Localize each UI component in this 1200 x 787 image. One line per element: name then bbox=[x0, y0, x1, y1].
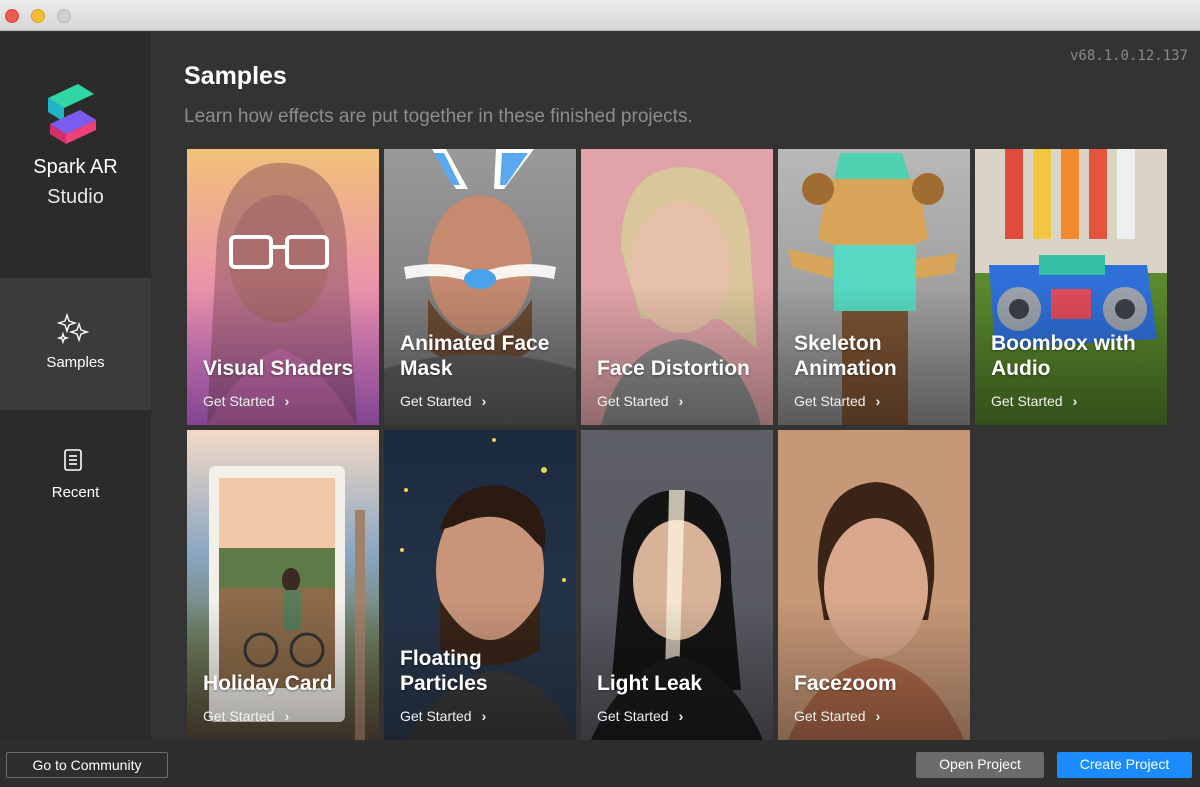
page-subtitle: Learn how effects are put together in th… bbox=[184, 106, 693, 127]
chevron-right-icon: › bbox=[875, 708, 881, 724]
card-title: Skeleton Animation bbox=[794, 332, 897, 380]
sample-card-face-distortion[interactable]: Face Distortion Get Started › bbox=[581, 149, 773, 425]
go-to-community-button[interactable]: Go to Community bbox=[6, 752, 168, 778]
get-started-link[interactable]: Get Started › bbox=[203, 393, 289, 409]
sample-card-facezoom[interactable]: Facezoom Get Started › bbox=[778, 430, 970, 740]
version-label: v68.1.0.12.137 bbox=[1069, 48, 1188, 64]
brand-panel: Spark AR Studio bbox=[0, 32, 151, 278]
window-titlebar bbox=[0, 0, 1200, 31]
sample-card-skeleton-animation[interactable]: Skeleton Animation Get Started › bbox=[778, 149, 970, 425]
chevron-right-icon: › bbox=[284, 393, 290, 409]
sample-card-visual-shaders[interactable]: Visual Shaders Get Started › bbox=[187, 149, 379, 425]
chevron-right-icon: › bbox=[678, 393, 684, 409]
card-title: Floating Particles bbox=[400, 647, 488, 695]
chevron-right-icon: › bbox=[1072, 393, 1078, 409]
page-title: Samples bbox=[184, 62, 287, 90]
zoom-window-button[interactable] bbox=[57, 9, 71, 23]
cta-label: Get Started bbox=[597, 708, 669, 724]
cta-label: Get Started bbox=[597, 393, 669, 409]
open-project-button[interactable]: Open Project bbox=[916, 752, 1044, 778]
sidebar-item-label: Samples bbox=[46, 354, 105, 371]
get-started-link[interactable]: Get Started › bbox=[203, 708, 289, 724]
sample-card-floating-particles[interactable]: Floating Particles Get Started › bbox=[384, 430, 576, 740]
get-started-link[interactable]: Get Started › bbox=[794, 708, 880, 724]
chevron-right-icon: › bbox=[481, 708, 487, 724]
brand-subtitle: Studio bbox=[47, 186, 104, 208]
spark-ar-logo-icon bbox=[48, 84, 96, 144]
card-title: Holiday Card bbox=[203, 672, 333, 695]
footer-bar: Go to Community Open Project Create Proj… bbox=[0, 740, 1200, 787]
minimize-window-button[interactable] bbox=[31, 9, 45, 23]
card-title: Animated Face Mask bbox=[400, 332, 550, 380]
document-icon bbox=[64, 449, 82, 471]
cta-label: Get Started bbox=[400, 708, 472, 724]
get-started-link[interactable]: Get Started › bbox=[991, 393, 1077, 409]
sample-card-light-leak[interactable]: Light Leak Get Started › bbox=[581, 430, 773, 740]
card-title: Face Distortion bbox=[597, 357, 750, 380]
sparkles-icon bbox=[57, 312, 89, 344]
cta-label: Get Started bbox=[400, 393, 472, 409]
sample-card-animated-face-mask[interactable]: Animated Face Mask Get Started › bbox=[384, 149, 576, 425]
chevron-right-icon: › bbox=[875, 393, 881, 409]
cta-label: Get Started bbox=[203, 393, 275, 409]
chevron-right-icon: › bbox=[678, 708, 684, 724]
card-title: Facezoom bbox=[794, 672, 897, 695]
sample-card-holiday-card[interactable]: Holiday Card Get Started › bbox=[187, 430, 379, 740]
create-project-button[interactable]: Create Project bbox=[1057, 752, 1192, 778]
empty-card-slot bbox=[975, 430, 1167, 740]
card-title: Light Leak bbox=[597, 672, 703, 695]
sample-card-boombox-with-audio[interactable]: Boombox with Audio Get Started › bbox=[975, 149, 1167, 425]
close-window-button[interactable] bbox=[5, 9, 19, 23]
brand-name: Spark AR bbox=[33, 156, 118, 178]
get-started-link[interactable]: Get Started › bbox=[794, 393, 880, 409]
get-started-link[interactable]: Get Started › bbox=[597, 393, 683, 409]
chevron-right-icon: › bbox=[481, 393, 487, 409]
sidebar-item-samples[interactable]: Samples bbox=[0, 278, 151, 410]
cta-label: Get Started bbox=[991, 393, 1063, 409]
get-started-link[interactable]: Get Started › bbox=[597, 708, 683, 724]
card-title: Visual Shaders bbox=[203, 357, 354, 380]
samples-panel: v68.1.0.12.137 Samples Learn how effects… bbox=[151, 32, 1200, 740]
get-started-link[interactable]: Get Started › bbox=[400, 708, 486, 724]
chevron-right-icon: › bbox=[284, 708, 290, 724]
sidebar: Spark AR Studio Samples Recent bbox=[0, 32, 151, 740]
card-title: Boombox with Audio bbox=[991, 332, 1136, 380]
sidebar-item-label: Recent bbox=[51, 484, 100, 501]
cta-label: Get Started bbox=[794, 708, 866, 724]
sidebar-item-recent[interactable]: Recent bbox=[0, 410, 151, 540]
cta-label: Get Started bbox=[794, 393, 866, 409]
cta-label: Get Started bbox=[203, 708, 275, 724]
get-started-link[interactable]: Get Started › bbox=[400, 393, 486, 409]
